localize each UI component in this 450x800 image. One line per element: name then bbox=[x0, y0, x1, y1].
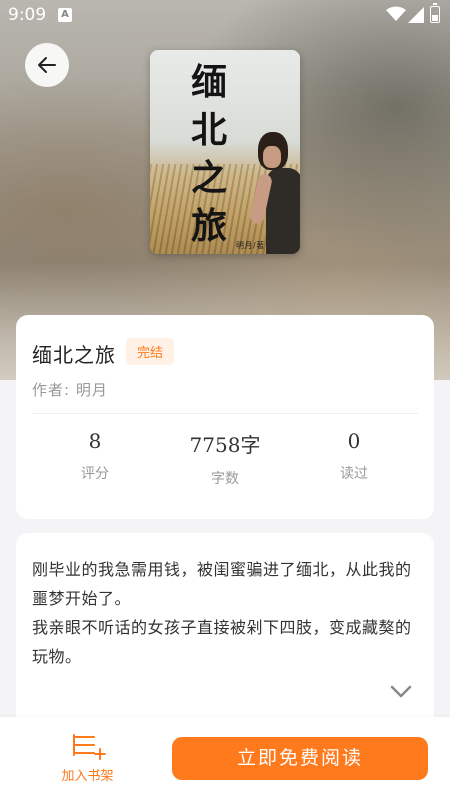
stat-value: 7758字 bbox=[189, 433, 261, 457]
chevron-down-icon[interactable] bbox=[390, 685, 412, 699]
description-text: 刚毕业的我急需用钱，被闺蜜骗进了缅北，从此我的噩梦开始了。 我亲眼不听话的女孩子… bbox=[32, 555, 422, 671]
notification-icon: A bbox=[58, 8, 72, 22]
book-info-card: 缅北之旅 完结 作者: 明月 8 评分 7758字 字数 0 读过 bbox=[16, 315, 434, 519]
bookshelf-add-icon bbox=[72, 734, 106, 760]
stat-rating: 8 评分 bbox=[35, 429, 155, 483]
cellular-icon bbox=[408, 7, 424, 23]
description-paragraph: 我亲眼不听话的女孩子直接被剁下四肢，变成藏獒的玩物。 bbox=[32, 618, 412, 666]
add-to-shelf-button[interactable]: 加入书架 bbox=[50, 731, 125, 784]
stat-value: 0 bbox=[347, 429, 361, 453]
cover-author: 明月/著 bbox=[236, 241, 265, 250]
cover-title: 缅北之旅 bbox=[190, 61, 227, 247]
arrow-left-icon bbox=[38, 57, 56, 73]
battery-icon bbox=[430, 3, 440, 23]
read-free-button[interactable]: 立即免费阅读 bbox=[172, 737, 428, 780]
stat-label: 字数 bbox=[211, 471, 239, 487]
divider bbox=[32, 413, 418, 414]
author-line: 作者: 明月 bbox=[32, 381, 108, 399]
stat-word-count: 7758字 字数 bbox=[165, 429, 285, 488]
description-paragraph: 刚毕业的我急需用钱，被闺蜜骗进了缅北，从此我的噩梦开始了。 bbox=[32, 560, 412, 608]
status-bar: 9:09 A bbox=[0, 0, 450, 30]
book-cover: 缅北之旅 明月/著 bbox=[150, 50, 300, 254]
bottom-action-bar: 加入书架 立即免费阅读 bbox=[0, 717, 450, 800]
stat-label: 读过 bbox=[340, 466, 368, 482]
stat-value: 8 bbox=[88, 429, 102, 453]
stat-label: 评分 bbox=[81, 466, 109, 482]
description-card: 刚毕业的我急需用钱，被闺蜜骗进了缅北，从此我的噩梦开始了。 我亲眼不听话的女孩子… bbox=[16, 533, 434, 733]
back-button[interactable] bbox=[25, 43, 69, 87]
stat-readers: 0 读过 bbox=[294, 429, 414, 483]
add-to-shelf-label: 加入书架 bbox=[61, 769, 114, 784]
book-title: 缅北之旅 bbox=[32, 343, 116, 367]
status-time: 9:09 bbox=[8, 5, 47, 25]
wifi-icon bbox=[386, 6, 406, 21]
cover-figure-face bbox=[263, 146, 281, 168]
status-badge: 完结 bbox=[126, 338, 175, 365]
